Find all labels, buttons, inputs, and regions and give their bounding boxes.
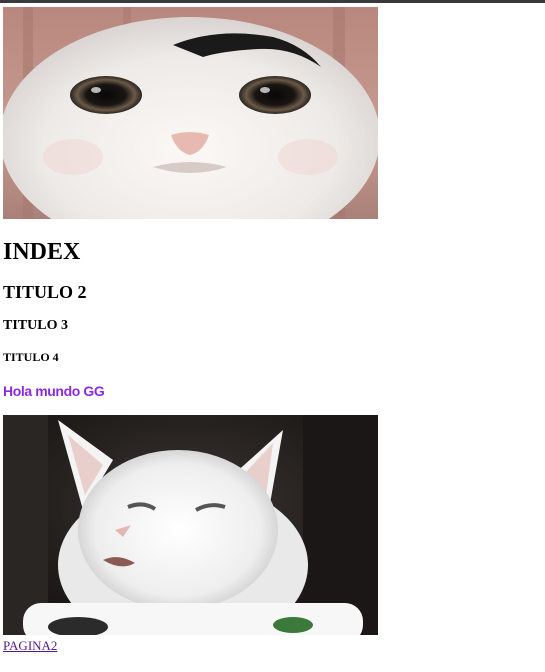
heading-1: INDEX [3, 239, 81, 265]
heading-3: TITULO 3 [3, 318, 68, 333]
cat-face-image [3, 7, 378, 219]
window-top-border [0, 0, 545, 3]
white-cat-image [3, 415, 378, 635]
heading-4: TITULO 4 [3, 350, 59, 364]
pagina2-link[interactable]: PAGINA2 [3, 638, 57, 654]
subtitle-hola-mundo: Hola mundo GG [3, 383, 105, 399]
heading-2: TITULO 2 [3, 282, 87, 302]
